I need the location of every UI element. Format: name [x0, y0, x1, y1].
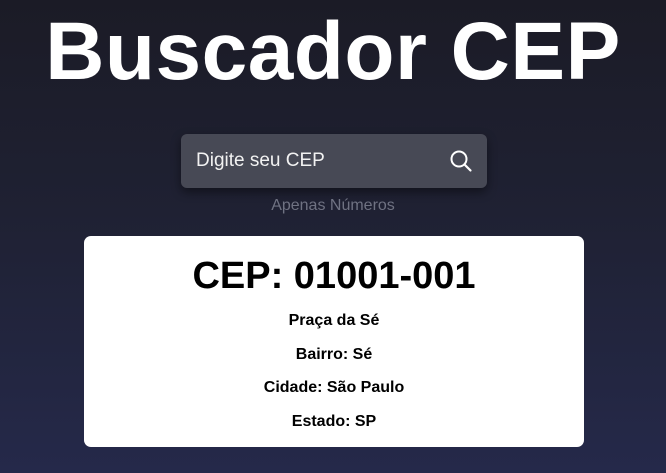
- logradouro-text: Praça da Sé: [288, 312, 380, 329]
- search-hint: Apenas Números: [271, 197, 395, 214]
- cep-search-input[interactable]: [181, 134, 441, 188]
- estado-text: Estado: SP: [291, 413, 377, 430]
- cidade-text: Cidade: São Paulo: [263, 379, 405, 396]
- bairro-text: Bairro: Sé: [295, 346, 373, 363]
- cep-result-title: CEP: 01001-001: [192, 255, 476, 297]
- search-icon: [450, 150, 472, 172]
- result-card: CEP: 01001-001 Praça da Sé Bairro: Sé Ci…: [84, 236, 584, 447]
- search-bar: [181, 134, 487, 188]
- page-title: Buscador CEP: [45, 6, 621, 97]
- search-button[interactable]: [447, 147, 475, 175]
